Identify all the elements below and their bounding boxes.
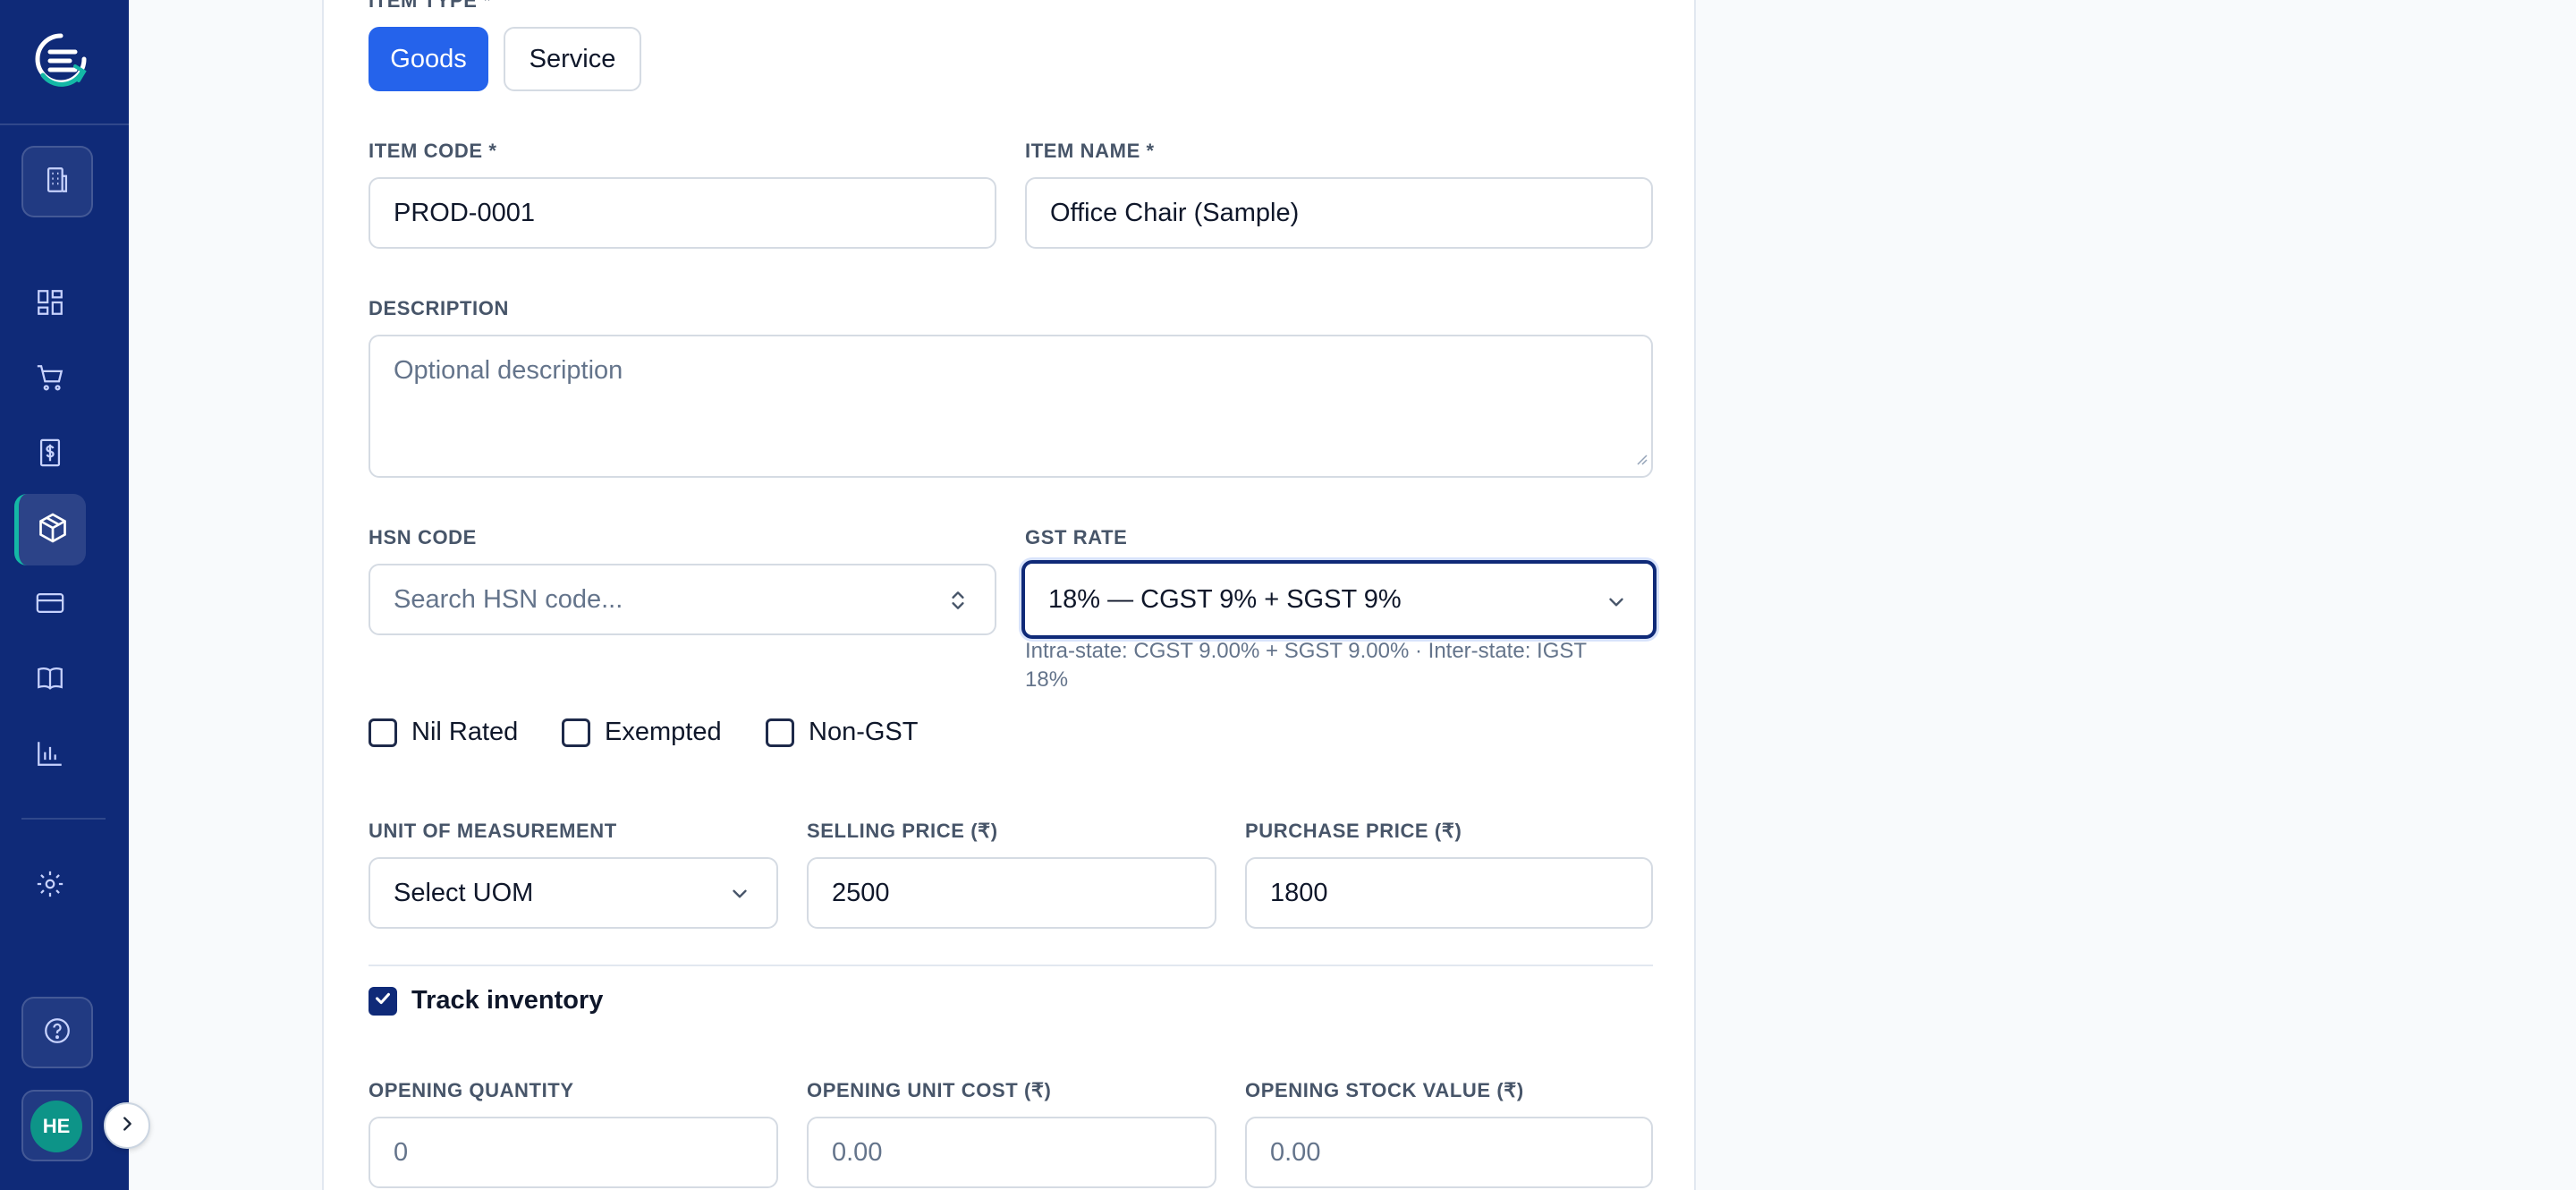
item-form-card: ITEM TYPE * Goods Service ITEM CODE * PR… (322, 0, 1696, 1190)
gst-rate-help: Intra-state: CGST 9.00% + SGST 9.00% · I… (1025, 637, 1669, 694)
gst-rate-value: 18% — CGST 9% + SGST 9% (1048, 584, 1402, 614)
opening-quantity-input[interactable]: 0 (369, 1117, 778, 1188)
book-icon (35, 663, 65, 698)
item-type-label: ITEM TYPE * (369, 0, 492, 12)
chevrons-up-down-icon (946, 589, 970, 612)
checkbox-box[interactable] (369, 986, 397, 1016)
nil-rated-checkbox[interactable]: Nil Rated (369, 718, 518, 747)
item-type-goods-button[interactable]: Goods (369, 27, 488, 91)
gst-rate-label: GST RATE (1025, 526, 1128, 548)
sidebar-divider (0, 123, 129, 125)
dashboard-icon (35, 287, 65, 322)
help-button[interactable] (21, 997, 93, 1068)
opening-stock-value-input[interactable]: 0.00 (1245, 1117, 1653, 1188)
nav-ledger[interactable] (29, 659, 72, 701)
opening-unit-cost-label: OPENING UNIT COST (₹) (807, 1079, 1052, 1101)
organization-button[interactable] (21, 146, 93, 217)
sidebar-expand-button[interactable] (104, 1102, 150, 1149)
uom-value: Select UOM (394, 878, 534, 907)
nav-items[interactable] (14, 494, 86, 565)
uom-label: UNIT OF MEASUREMENT (369, 820, 617, 842)
chevron-down-icon (1605, 591, 1628, 614)
track-inventory-label: Track inventory (411, 986, 604, 1015)
item-code-input[interactable]: PROD-0001 (369, 177, 996, 249)
settings-icon (35, 869, 65, 904)
gst-rate-select[interactable]: 18% — CGST 9% + SGST 9% (1021, 560, 1657, 639)
section-divider (369, 965, 1653, 966)
selling-price-label: SELLING PRICE (₹) (807, 820, 998, 842)
item-name-label: ITEM NAME * (1025, 140, 1155, 162)
gst-help-line-2: 18% (1025, 667, 1069, 692)
hsn-code-placeholder: Search HSN code... (394, 584, 623, 614)
opening-unit-cost-placeholder: 0.00 (832, 1137, 883, 1167)
non-gst-label: Non-GST (809, 718, 919, 746)
nav-dashboard[interactable] (29, 283, 72, 326)
building-icon (42, 165, 72, 200)
opening-quantity-label: OPENING QUANTITY (369, 1079, 574, 1101)
hsn-code-label: HSN CODE (369, 526, 477, 548)
purchase-price-input[interactable]: 1800 (1245, 857, 1653, 929)
uom-select[interactable]: Select UOM (369, 857, 778, 929)
check-icon (373, 986, 393, 1016)
help-icon (42, 1016, 72, 1050)
checkbox-box[interactable] (766, 718, 794, 747)
opening-quantity-placeholder: 0 (394, 1137, 409, 1167)
checkbox-box[interactable] (562, 718, 590, 747)
nav-settings[interactable] (29, 864, 72, 907)
item-code-value: PROD-0001 (394, 198, 535, 227)
credit-card-icon (35, 588, 65, 623)
chevron-right-icon (117, 1114, 137, 1138)
chart-icon (35, 738, 65, 773)
track-inventory-checkbox[interactable]: Track inventory (369, 986, 603, 1016)
gst-help-line-1: Intra-state: CGST 9.00% + SGST 9.00% · I… (1025, 639, 1588, 663)
cart-icon (35, 362, 65, 397)
purchase-price-value: 1800 (1270, 878, 1328, 907)
invoice-icon (35, 438, 65, 472)
description-label: DESCRIPTION (369, 297, 509, 319)
package-icon (37, 512, 69, 548)
sidebar-divider (21, 818, 106, 820)
hsn-code-combobox[interactable]: Search HSN code... (369, 564, 996, 635)
exempted-label: Exempted (605, 718, 722, 746)
exempted-checkbox[interactable]: Exempted (562, 718, 722, 747)
nav-sales[interactable] (29, 358, 72, 401)
nav-invoices[interactable] (29, 433, 72, 476)
selling-price-input[interactable]: 2500 (807, 857, 1216, 929)
opening-stock-value-label: OPENING STOCK VALUE (₹) (1245, 1079, 1524, 1101)
item-name-input[interactable]: Office Chair (Sample) (1025, 177, 1653, 249)
chevron-down-icon (728, 882, 751, 905)
opening-unit-cost-input[interactable]: 0.00 (807, 1117, 1216, 1188)
app-logo-icon[interactable] (32, 30, 89, 91)
nav-reports[interactable] (29, 734, 72, 777)
selling-price-value: 2500 (832, 878, 890, 907)
description-placeholder: Optional description (394, 356, 623, 385)
checkbox-box[interactable] (369, 718, 397, 747)
opening-stock-value-placeholder: 0.00 (1270, 1137, 1321, 1167)
nav-payments[interactable] (29, 583, 72, 626)
sidebar: HE (0, 0, 129, 1190)
item-type-service-button[interactable]: Service (504, 27, 641, 91)
non-gst-checkbox[interactable]: Non-GST (766, 718, 918, 747)
description-textarea[interactable]: Optional description (369, 335, 1653, 478)
item-name-value: Office Chair (Sample) (1050, 198, 1300, 227)
purchase-price-label: PURCHASE PRICE (₹) (1245, 820, 1462, 842)
item-code-label: ITEM CODE * (369, 140, 497, 162)
nil-rated-label: Nil Rated (411, 718, 519, 746)
avatar[interactable]: HE (30, 1101, 82, 1152)
resize-handle-icon[interactable] (1635, 443, 1648, 472)
